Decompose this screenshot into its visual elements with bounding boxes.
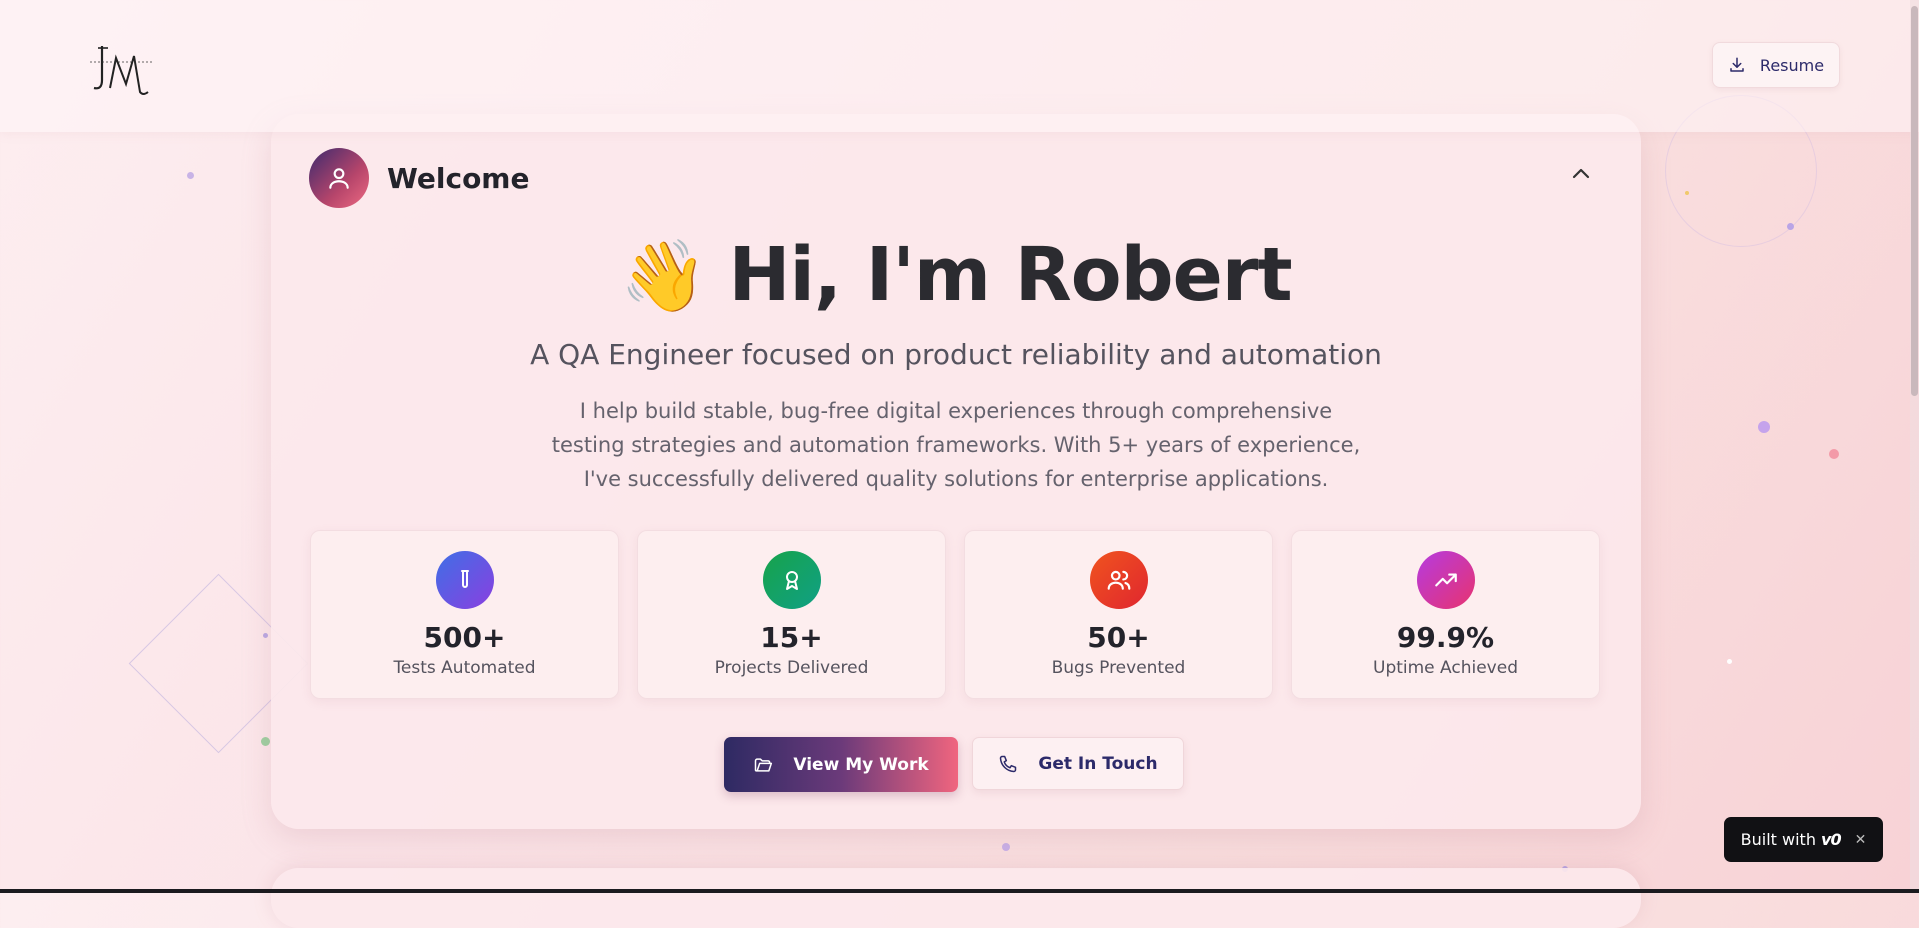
next-section-card [271, 868, 1641, 928]
dot-decoration [1758, 421, 1770, 433]
user-icon [329, 168, 349, 189]
stat-value: 15+ [760, 621, 823, 654]
badge-label: Built with v0 [1740, 830, 1842, 849]
dot-decoration [1829, 449, 1839, 459]
hero-subtitle: A QA Engineer focused on product reliabi… [530, 338, 1382, 371]
stat-value: 99.9% [1396, 621, 1495, 654]
view-my-work-button[interactable]: View My Work [724, 737, 958, 792]
dot-decoration [187, 172, 194, 179]
section-title: Welcome [387, 161, 530, 195]
avatar [309, 148, 369, 208]
resume-label: Resume [1759, 55, 1825, 75]
hero-heading-text: Hi, I'm Robert [728, 232, 1293, 318]
dot-decoration [263, 633, 268, 638]
hero-actions: View My Work Get In Touch [724, 737, 1184, 792]
dot-decoration [1787, 223, 1794, 230]
get-in-touch-button[interactable]: Get In Touch [972, 737, 1184, 790]
site-logo[interactable] [88, 40, 154, 100]
hero-heading: 👋 Hi, I'm Robert [271, 232, 1641, 318]
close-icon[interactable]: ✕ [1855, 832, 1867, 848]
v0-logo-icon: v0 [1821, 830, 1842, 849]
stat-label: Tests Automated [393, 658, 536, 678]
stat-card: 15+ Projects Delivered [637, 530, 946, 699]
get-in-touch-label: Get In Touch [1038, 753, 1158, 774]
view-my-work-label: View My Work [793, 754, 929, 775]
hero-description: I help build stable, bug-free digital ex… [551, 399, 1361, 491]
test-tube-icon [435, 551, 494, 609]
dot-decoration [1685, 191, 1689, 195]
scrollbar-thumb[interactable] [1911, 6, 1918, 396]
stat-value: 500+ [423, 621, 506, 654]
welcome-header: Welcome [309, 148, 529, 208]
dot-decoration [261, 737, 270, 746]
folder-open-icon [755, 757, 773, 772]
chevron-up-icon [1572, 168, 1590, 179]
dot-decoration [1002, 843, 1010, 851]
users-icon [1089, 551, 1148, 609]
collapse-button[interactable] [1569, 162, 1593, 186]
trending-up-icon [1416, 551, 1475, 609]
dot-decoration [1727, 659, 1732, 664]
stat-label: Bugs Prevented [1051, 658, 1186, 678]
built-with-badge[interactable]: Built with v0 ✕ [1724, 817, 1883, 862]
scrollbar[interactable] [1910, 0, 1919, 893]
stat-value: 50+ [1087, 621, 1150, 654]
stat-card: 50+ Bugs Prevented [964, 530, 1273, 699]
waving-hand-icon: 👋 [620, 235, 707, 317]
stat-card: 99.9% Uptime Achieved [1291, 530, 1600, 699]
stat-label: Projects Delivered [714, 658, 869, 678]
stat-label: Uptime Achieved [1373, 658, 1518, 678]
resume-button[interactable]: Resume [1712, 42, 1840, 88]
download-icon [1730, 57, 1744, 72]
award-icon [762, 551, 821, 609]
stat-card: 500+ Tests Automated [310, 530, 619, 699]
welcome-section-card: Welcome 👋 Hi, I'm Robert A QA Engineer fo… [271, 114, 1641, 829]
monogram-logo-icon [90, 46, 152, 95]
window-bottom-edge [0, 889, 1919, 893]
stats-grid: 500+ Tests Automated 15+ Projects Delive… [310, 530, 1600, 699]
phone-icon [1000, 755, 1017, 772]
site-header: Resume [0, 0, 1919, 132]
